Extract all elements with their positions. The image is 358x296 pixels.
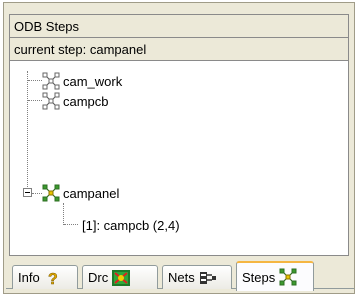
tree-guide-line [28, 80, 42, 81]
tree-item-campcb[interactable]: campcb [42, 91, 109, 111]
odb-steps-panel: ODB Steps current step: campanel cam_wor… [3, 2, 355, 294]
tree-guide-line [28, 100, 42, 101]
panel-title: ODB Steps [14, 19, 80, 34]
tree-item-step-repeat[interactable]: [1]: campcb (2,4) [82, 215, 180, 235]
tree-item-label: campanel [63, 185, 120, 201]
tab-info[interactable]: Info ? [12, 265, 78, 289]
current-step-box: current step: campanel [9, 38, 349, 61]
tree-item-label: campcb [63, 93, 109, 109]
tab-bar: Info ? Drc Nets Steps [4, 261, 356, 295]
step-icon [42, 92, 60, 110]
tree-guide-line [27, 71, 28, 189]
tree-guide-line [64, 224, 78, 225]
steps-icon [279, 268, 297, 286]
tab-label: Info [18, 270, 40, 285]
tree-item-label: cam_work [63, 73, 123, 89]
nets-icon [199, 271, 216, 284]
drc-icon [112, 269, 131, 286]
step-icon [42, 72, 60, 90]
svg-text:?: ? [48, 271, 58, 286]
tree-item-label: [1]: campcb (2,4) [82, 217, 180, 233]
steps-tree[interactable]: cam_work campcb campanel [1]: campcb (2,… [9, 60, 349, 256]
tree-item-cam-work[interactable]: cam_work [42, 71, 122, 91]
tab-label: Nets [168, 270, 195, 285]
current-step-label: current step: campanel [14, 42, 147, 57]
tree-guide-line [63, 203, 64, 225]
question-icon: ? [47, 270, 58, 286]
step-icon-highlighted [42, 184, 60, 202]
tab-nets[interactable]: Nets [162, 265, 232, 289]
panel-title-box: ODB Steps [9, 14, 349, 38]
tree-item-campanel[interactable]: campanel [42, 183, 119, 203]
tab-label: Steps [242, 269, 276, 285]
collapse-toggle[interactable] [23, 188, 32, 197]
tab-steps[interactable]: Steps [236, 261, 314, 291]
tab-drc[interactable]: Drc [82, 265, 158, 289]
tab-label: Drc [88, 270, 109, 285]
tree-guide-line [32, 193, 42, 194]
